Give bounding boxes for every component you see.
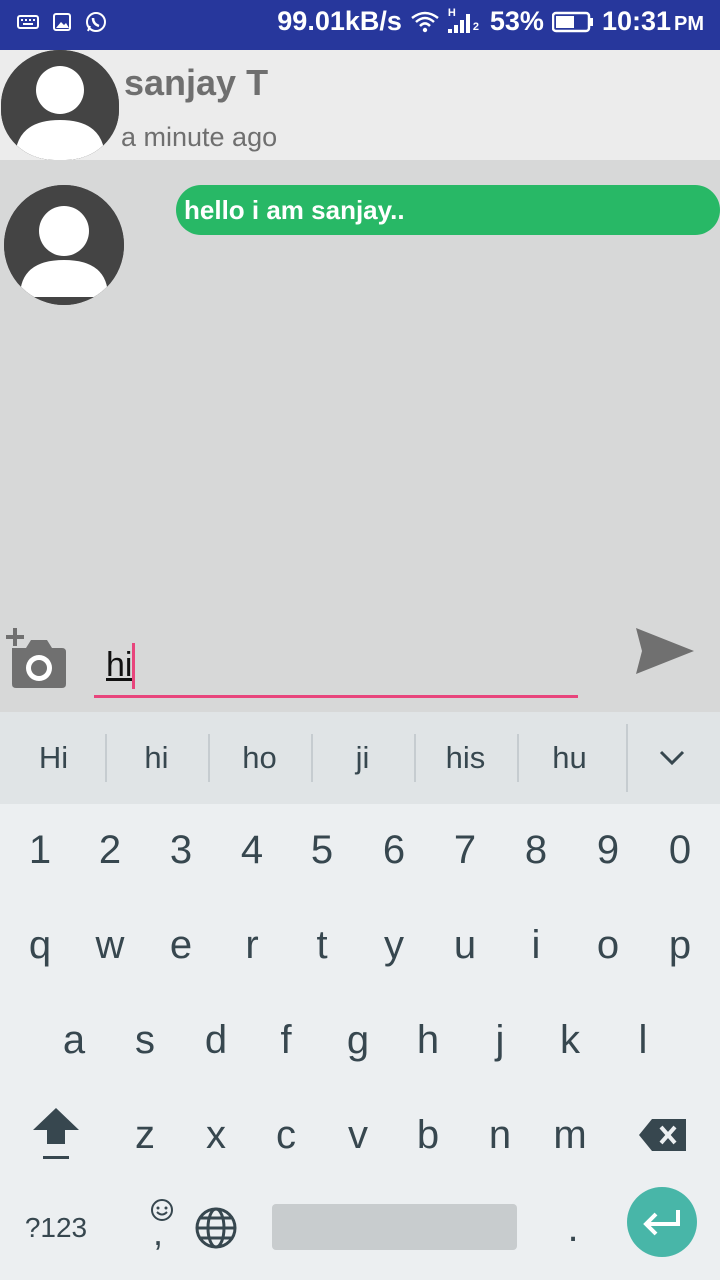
key-a[interactable]: a — [38, 994, 110, 1086]
enter-icon — [643, 1210, 680, 1236]
shift-key[interactable] — [20, 1089, 92, 1181]
wifi-icon — [410, 10, 440, 34]
key-1[interactable]: 1 — [4, 804, 76, 896]
suggestion-5[interactable]: his — [414, 712, 517, 804]
whatsapp-icon — [84, 10, 108, 34]
enter-key[interactable] — [627, 1187, 697, 1257]
key-6[interactable]: 6 — [358, 804, 430, 896]
number-row: 1 2 3 4 5 6 7 8 9 0 — [0, 804, 720, 896]
key-8[interactable]: 8 — [500, 804, 572, 896]
battery-icon — [551, 10, 594, 34]
key-3[interactable]: 3 — [145, 804, 217, 896]
key-h[interactable]: h — [392, 994, 464, 1086]
key-z[interactable]: z — [109, 1089, 181, 1181]
key-k[interactable]: k — [534, 994, 606, 1086]
image-icon — [50, 10, 74, 34]
emoji-comma-key[interactable]: , — [110, 1182, 182, 1274]
key-c[interactable]: c — [250, 1089, 322, 1181]
key-4[interactable]: 4 — [216, 804, 288, 896]
qwerty-row: q w e r t y u i o p — [0, 899, 720, 991]
chevron-down-icon — [659, 750, 685, 766]
key-j[interactable]: j — [464, 994, 536, 1086]
symbols-key[interactable]: ?123 — [18, 1182, 94, 1274]
key-v[interactable]: v — [322, 1089, 394, 1181]
key-g[interactable]: g — [322, 994, 394, 1086]
suggestion-2[interactable]: hi — [105, 712, 208, 804]
message-bubble: hello i am sanjay.. — [176, 185, 720, 235]
suggestion-3[interactable]: ho — [208, 712, 311, 804]
key-y[interactable]: y — [358, 899, 430, 991]
backspace-icon — [639, 1119, 686, 1151]
network-speed: 99.01kB/s — [277, 6, 402, 36]
bottom-letter-row: z x c v b n m — [0, 1089, 720, 1181]
backspace-key[interactable] — [627, 1089, 699, 1181]
add-camera-icon — [6, 628, 66, 688]
status-bar: 99.01kB/s H 2 53% 10:31 PM — [0, 0, 720, 50]
suggestion-6[interactable]: hu — [518, 712, 621, 804]
key-s[interactable]: s — [109, 994, 181, 1086]
message-input[interactable]: hi — [94, 638, 578, 698]
key-f[interactable]: f — [250, 994, 322, 1086]
key-p[interactable]: p — [644, 899, 716, 991]
key-x[interactable]: x — [180, 1089, 252, 1181]
globe-icon — [195, 1207, 237, 1249]
suggestion-1[interactable]: Hi — [2, 712, 105, 804]
key-7[interactable]: 7 — [429, 804, 501, 896]
key-m[interactable]: m — [534, 1089, 606, 1181]
send-button[interactable] — [634, 626, 696, 682]
soft-keyboard[interactable]: Hi hi ho ji his hu 1 2 3 4 5 6 7 8 9 0 q… — [0, 712, 720, 1280]
period-key[interactable]: . — [537, 1182, 609, 1274]
contact-name: sanjay T — [124, 62, 269, 103]
key-5[interactable]: 5 — [286, 804, 358, 896]
key-e[interactable]: e — [145, 899, 217, 991]
battery-percent: 53% — [489, 6, 544, 36]
key-n[interactable]: n — [464, 1089, 536, 1181]
add-photo-button[interactable] — [4, 628, 68, 692]
shift-icon — [33, 1108, 79, 1159]
message-avatar — [4, 185, 124, 305]
language-key[interactable] — [180, 1182, 252, 1274]
key-l[interactable]: l — [607, 994, 679, 1086]
key-q[interactable]: q — [4, 899, 76, 991]
key-d[interactable]: d — [180, 994, 252, 1086]
clock-ampm: PM — [674, 13, 704, 35]
expand-suggestions-button[interactable] — [644, 734, 700, 782]
key-0[interactable]: 0 — [644, 804, 716, 896]
suggestion-4[interactable]: ji — [311, 712, 414, 804]
comma-label: , — [153, 1212, 164, 1253]
contact-last-seen: a minute ago — [121, 122, 278, 152]
suggestion-strip: Hi hi ho ji his hu — [0, 712, 720, 804]
key-w[interactable]: w — [74, 899, 146, 991]
contact-avatar[interactable] — [1, 50, 119, 160]
text-cursor — [132, 643, 135, 689]
home-row: a s d f g h j k l — [0, 994, 720, 1086]
message-input-text[interactable]: hi — [106, 646, 132, 685]
key-t[interactable]: t — [286, 899, 358, 991]
divider — [626, 724, 628, 792]
key-9[interactable]: 9 — [572, 804, 644, 896]
signal-sub: 2 — [472, 20, 480, 33]
key-r[interactable]: r — [216, 899, 288, 991]
keyboard-icon — [16, 10, 40, 34]
key-u[interactable]: u — [429, 899, 501, 991]
chat-header[interactable]: sanjay T a minute ago — [0, 50, 720, 160]
key-2[interactable]: 2 — [74, 804, 146, 896]
send-icon — [636, 628, 694, 674]
key-o[interactable]: o — [572, 899, 644, 991]
space-bar[interactable] — [272, 1204, 517, 1250]
key-b[interactable]: b — [392, 1089, 464, 1181]
clock: 10:31 — [601, 6, 671, 36]
chat-area[interactable]: hello i am sanjay.. hi — [0, 160, 720, 712]
key-i[interactable]: i — [500, 899, 572, 991]
signal-icon: H 2 — [447, 7, 482, 35]
